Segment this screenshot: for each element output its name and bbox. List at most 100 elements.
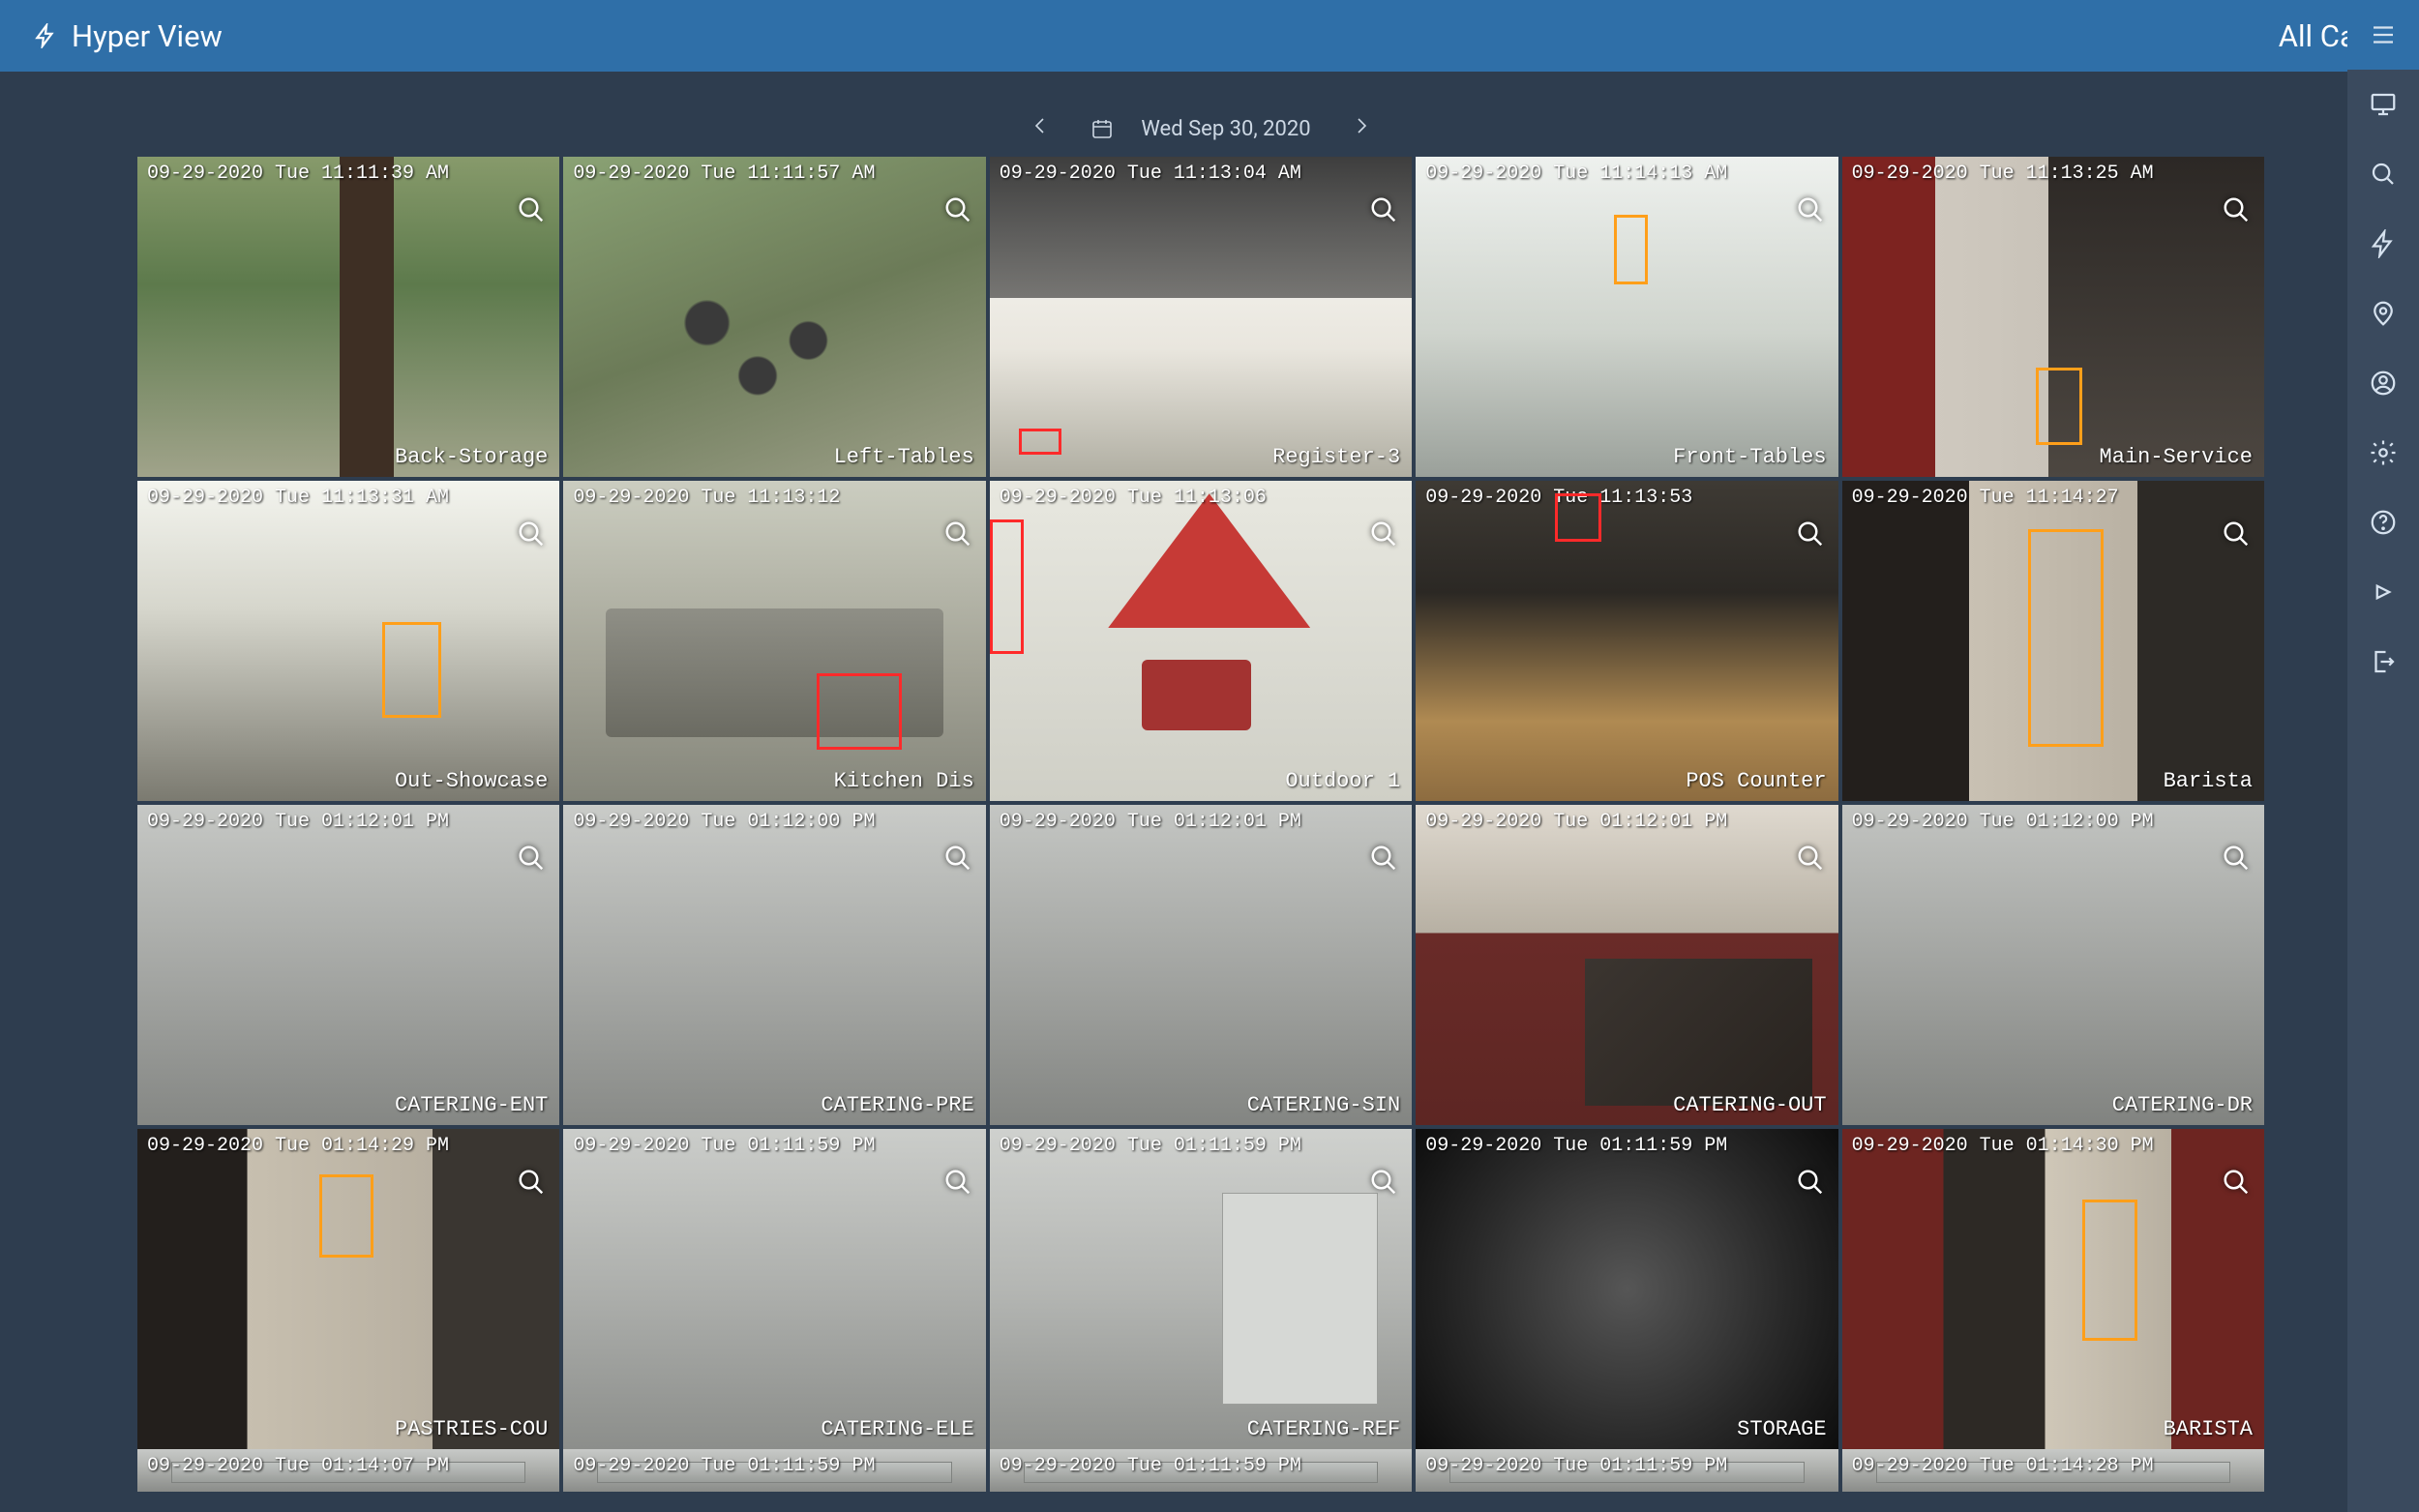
camera-label: BARISTA — [2164, 1417, 2253, 1441]
search-icon — [1796, 519, 1825, 548]
zoom-button[interactable] — [943, 1168, 972, 1197]
camera-timestamp: 09-29-2020 Tue 11:13:31 AM — [147, 487, 449, 509]
menu-button[interactable] — [2347, 0, 2419, 70]
camera-label: CATERING-REF — [1247, 1417, 1400, 1441]
monitor-button[interactable] — [2347, 70, 2419, 139]
share-icon — [2369, 578, 2398, 607]
search-icon — [517, 844, 546, 873]
calendar-icon — [1090, 117, 1114, 140]
camera-tile[interactable]: 09-29-2020 Tue 11:11:57 AMLeft-Tables — [563, 157, 985, 477]
zoom-button[interactable] — [517, 1168, 546, 1197]
camera-label: POS Counter — [1686, 769, 1826, 793]
date-next-button[interactable] — [1338, 108, 1385, 149]
camera-scene — [1416, 805, 1837, 1125]
search-icon — [1369, 195, 1398, 224]
detection-box — [2028, 529, 2105, 747]
zoom-button[interactable] — [1369, 1168, 1398, 1197]
bolt-button[interactable] — [2347, 209, 2419, 279]
camera-tile[interactable]: 09-29-2020 Tue 01:11:59 PMSTORAGE — [1416, 1129, 1837, 1449]
camera-tile[interactable]: 09-29-2020 Tue 01:11:59 PM — [563, 1449, 985, 1492]
exit-button[interactable] — [2347, 627, 2419, 697]
camera-scene — [563, 481, 985, 801]
detection-box — [1019, 429, 1061, 454]
detection-box — [1555, 493, 1601, 542]
zoom-button[interactable] — [1796, 1168, 1825, 1197]
camera-tile[interactable]: 09-29-2020 Tue 11:13:12Kitchen Dis — [563, 481, 985, 801]
zoom-button[interactable] — [1796, 844, 1825, 873]
account-button[interactable] — [2347, 348, 2419, 418]
gear-icon — [2369, 438, 2398, 467]
share-button[interactable] — [2347, 557, 2419, 627]
camera-tile[interactable]: 09-29-2020 Tue 01:14:30 PMBARISTA — [1842, 1129, 2264, 1449]
camera-label: Register-3 — [1272, 445, 1400, 469]
camera-label: Main-Service — [2100, 445, 2253, 469]
camera-timestamp: 09-29-2020 Tue 01:12:01 PM — [1000, 811, 1301, 833]
camera-tile[interactable]: 09-29-2020 Tue 01:11:59 PMCATERING-REF — [990, 1129, 1412, 1449]
zoom-button[interactable] — [943, 844, 972, 873]
camera-tile[interactable]: 09-29-2020 Tue 11:13:25 AMMain-Service — [1842, 157, 2264, 477]
camera-tile[interactable]: 09-29-2020 Tue 11:11:39 AMBack-Storage — [137, 157, 559, 477]
search-icon — [2222, 195, 2251, 224]
zoom-button[interactable] — [1369, 195, 1398, 224]
camera-timestamp: 09-29-2020 Tue 11:13:12 — [573, 487, 840, 509]
zoom-button[interactable] — [1796, 195, 1825, 224]
camera-tile[interactable]: 09-29-2020 Tue 01:14:07 PM — [137, 1449, 559, 1492]
camera-tile[interactable]: 09-29-2020 Tue 11:13:06Outdoor 1 — [990, 481, 1412, 801]
camera-tile[interactable]: 09-29-2020 Tue 11:14:13 AMFront-Tables — [1416, 157, 1837, 477]
zoom-button[interactable] — [943, 195, 972, 224]
zoom-button[interactable] — [2222, 519, 2251, 548]
date-prev-button[interactable] — [1017, 108, 1063, 149]
camera-tile[interactable]: 09-29-2020 Tue 11:13:04 AMRegister-3 — [990, 157, 1412, 477]
camera-tile[interactable]: 09-29-2020 Tue 01:14:29 PMPASTRIES-COU — [137, 1129, 559, 1449]
settings-button[interactable] — [2347, 418, 2419, 488]
search-icon — [517, 195, 546, 224]
camera-scene — [1842, 1129, 2264, 1449]
camera-label: Barista — [2164, 769, 2253, 793]
zoom-button[interactable] — [1796, 519, 1825, 548]
camera-tile[interactable]: 09-29-2020 Tue 01:11:59 PM — [990, 1449, 1412, 1492]
camera-tile[interactable]: 09-29-2020 Tue 01:12:00 PMCATERING-DR — [1842, 805, 2264, 1125]
search-icon — [2222, 844, 2251, 873]
camera-tile[interactable]: 09-29-2020 Tue 01:14:28 PM — [1842, 1449, 2264, 1492]
zoom-button[interactable] — [2222, 1168, 2251, 1197]
zoom-button[interactable] — [517, 195, 546, 224]
exit-icon — [2369, 647, 2398, 676]
date-bar: Wed Sep 30, 2020 — [68, 101, 2334, 157]
camera-grid: 09-29-2020 Tue 11:11:39 AMBack-Storage09… — [68, 157, 2334, 1449]
zoom-button[interactable] — [2222, 844, 2251, 873]
search-button[interactable] — [2347, 139, 2419, 209]
zoom-button[interactable] — [517, 844, 546, 873]
bolt-icon — [33, 23, 58, 48]
brand: Hyper View — [33, 18, 223, 54]
zoom-button[interactable] — [1369, 844, 1398, 873]
zoom-button[interactable] — [943, 519, 972, 548]
camera-label: Front-Tables — [1673, 445, 1826, 469]
camera-tile[interactable]: 09-29-2020 Tue 11:14:27Barista — [1842, 481, 2264, 801]
camera-tile[interactable]: 09-29-2020 Tue 11:13:53POS Counter — [1416, 481, 1837, 801]
detection-box — [382, 622, 441, 718]
camera-timestamp: 09-29-2020 Tue 01:11:59 PM — [1000, 1455, 1301, 1477]
location-button[interactable] — [2347, 279, 2419, 348]
help-button[interactable] — [2347, 488, 2419, 557]
zoom-button[interactable] — [2222, 195, 2251, 224]
detection-box — [1614, 215, 1648, 285]
camera-tile[interactable]: 09-29-2020 Tue 01:11:59 PMCATERING-ELE — [563, 1129, 985, 1449]
camera-scene — [563, 157, 985, 477]
camera-label: Out-Showcase — [395, 769, 548, 793]
camera-tile[interactable]: 09-29-2020 Tue 01:11:59 PM — [1416, 1449, 1837, 1492]
account-icon — [2369, 369, 2398, 398]
camera-tile[interactable]: 09-29-2020 Tue 11:13:31 AM Out-Showcase — [137, 481, 559, 801]
camera-scene — [563, 805, 985, 1125]
zoom-button[interactable] — [1369, 519, 1398, 548]
camera-tile[interactable]: 09-29-2020 Tue 01:12:01 PMCATERING-SIN — [990, 805, 1412, 1125]
camera-scene — [137, 157, 559, 477]
camera-label: Left-Tables — [834, 445, 974, 469]
camera-label: CATERING-ENT — [395, 1093, 548, 1117]
camera-label: CATERING-OUT — [1673, 1093, 1826, 1117]
search-icon — [1369, 1168, 1398, 1197]
zoom-button[interactable] — [517, 519, 546, 548]
camera-tile[interactable]: 09-29-2020 Tue 01:12:01 PMCATERING-ENT — [137, 805, 559, 1125]
camera-tile[interactable]: 09-29-2020 Tue 01:12:00 PMCATERING-PRE — [563, 805, 985, 1125]
calendar-button[interactable] — [1090, 117, 1114, 140]
camera-tile[interactable]: 09-29-2020 Tue 01:12:01 PMCATERING-OUT — [1416, 805, 1837, 1125]
